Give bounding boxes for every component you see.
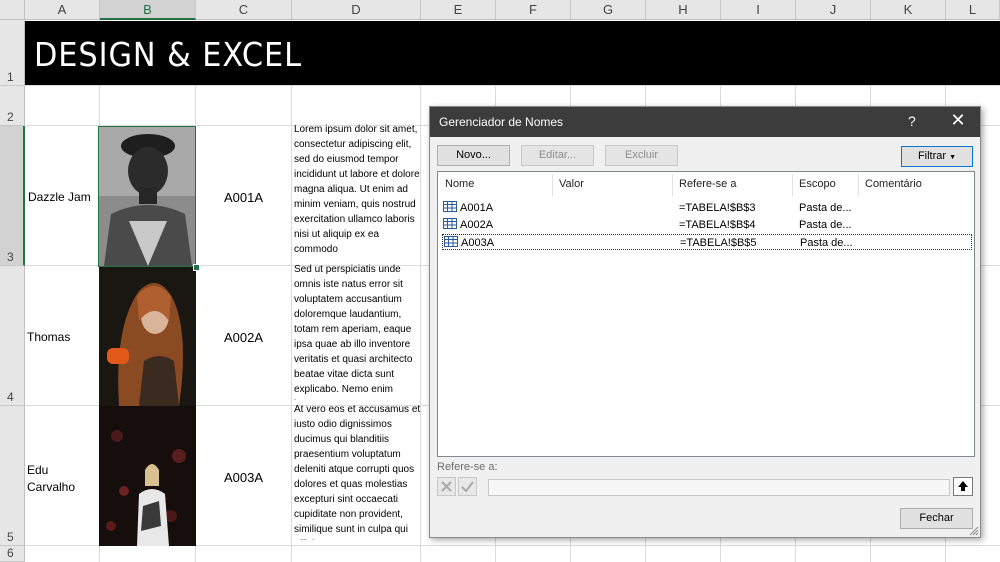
- dialog-titlebar[interactable]: Gerenciador de Nomes ? ✕: [430, 107, 980, 137]
- column-nome[interactable]: Nome: [445, 178, 474, 190]
- close-icon[interactable]: ✕: [946, 110, 970, 131]
- refers-to-input[interactable]: [488, 479, 950, 496]
- row-scope: Pasta de...: [799, 202, 852, 214]
- names-list[interactable]: Nome Valor Refere-se a Escopo Comentário…: [437, 171, 975, 457]
- range-name-icon: [443, 201, 457, 212]
- row-name: A003A: [461, 237, 495, 249]
- row-scope: Pasta de...: [800, 237, 853, 249]
- cell-d4-text[interactable]: Sed ut perspiciatis unde omnis iste natu…: [294, 262, 422, 400]
- cell-d5-text[interactable]: At vero eos et accusamus et iusto odio d…: [294, 402, 422, 540]
- collapse-arrow-icon: [958, 481, 968, 491]
- row-refers: =TABELA!$B$5: [680, 237, 757, 249]
- row-header-1[interactable]: 1: [0, 20, 25, 86]
- cell-c5-code[interactable]: A003A: [196, 470, 291, 485]
- row-scope: Pasta de...: [799, 219, 852, 231]
- column-header-g[interactable]: G: [571, 0, 646, 20]
- column-header-a[interactable]: A: [25, 0, 100, 20]
- row-name: A002A: [460, 219, 494, 231]
- photo-thomas[interactable]: [99, 266, 196, 406]
- fill-handle[interactable]: [193, 264, 200, 271]
- filter-button-label: Filtrar: [917, 150, 947, 162]
- column-header-b[interactable]: B: [100, 0, 196, 20]
- cell-a3-name[interactable]: Dazzle Jam: [28, 190, 91, 204]
- cancel-edit-button[interactable]: [437, 477, 456, 496]
- list-item[interactable]: A001A =TABELA!$B$3 Pasta de...: [442, 200, 972, 216]
- column-header-j[interactable]: J: [796, 0, 871, 20]
- gridline: [291, 20, 292, 562]
- row-header-3[interactable]: 3: [0, 126, 25, 266]
- cell-selection-border: [98, 126, 196, 267]
- row-header-6[interactable]: 6: [0, 546, 25, 562]
- edit-button[interactable]: Editar...: [521, 145, 594, 166]
- range-name-icon: [443, 218, 457, 229]
- portrait-image: [99, 266, 196, 406]
- cell-c3-code[interactable]: A001A: [196, 190, 291, 205]
- portrait-image: [99, 406, 196, 546]
- gridline: [25, 85, 1000, 86]
- column-header-l[interactable]: L: [946, 0, 1000, 20]
- range-name-icon: [444, 236, 458, 247]
- new-button[interactable]: Novo...: [437, 145, 510, 166]
- checkmark-icon: [461, 481, 474, 493]
- cell-c4-code[interactable]: A002A: [196, 330, 291, 345]
- row-name: A001A: [460, 202, 494, 214]
- delete-button[interactable]: Excluir: [605, 145, 678, 166]
- row-header-4[interactable]: 4: [0, 266, 25, 406]
- cell-a5-name[interactable]: Edu Carvalho: [27, 462, 97, 496]
- column-header-c[interactable]: C: [196, 0, 292, 20]
- resize-grip-icon[interactable]: [969, 526, 979, 536]
- select-all-corner[interactable]: [0, 0, 25, 20]
- column-header-i[interactable]: I: [721, 0, 796, 20]
- column-header-d[interactable]: D: [292, 0, 421, 20]
- column-escopo[interactable]: Escopo: [799, 178, 836, 190]
- row-header-2[interactable]: 2: [0, 86, 25, 126]
- column-header-e[interactable]: E: [421, 0, 496, 20]
- list-item[interactable]: A003A =TABELA!$B$5 Pasta de...: [442, 234, 972, 250]
- help-button[interactable]: ?: [908, 113, 916, 129]
- row-refers: =TABELA!$B$3: [679, 202, 756, 214]
- column-separator[interactable]: [858, 174, 859, 196]
- cell-a4-name[interactable]: Thomas: [27, 330, 70, 344]
- cancel-x-icon: [441, 481, 452, 492]
- column-refere-se-a[interactable]: Refere-se a: [679, 178, 736, 190]
- row-refers: =TABELA!$B$4: [679, 219, 756, 231]
- column-separator[interactable]: [672, 174, 673, 196]
- filter-button[interactable]: Filtrar ▼: [901, 146, 973, 167]
- column-separator[interactable]: [552, 174, 553, 196]
- list-item[interactable]: A002A =TABELA!$B$4 Pasta de...: [442, 217, 972, 233]
- column-header-k[interactable]: K: [871, 0, 946, 20]
- close-button[interactable]: Fechar: [900, 508, 973, 529]
- collapse-dialog-button[interactable]: [953, 477, 973, 496]
- column-header-f[interactable]: F: [496, 0, 571, 20]
- column-valor[interactable]: Valor: [559, 178, 584, 190]
- dialog-title: Gerenciador de Nomes: [439, 115, 564, 129]
- column-separator[interactable]: [792, 174, 793, 196]
- column-comentario[interactable]: Comentário: [865, 178, 922, 190]
- dropdown-arrow-icon: ▼: [949, 154, 957, 161]
- photo-edu-carvalho[interactable]: [99, 406, 196, 546]
- column-header-h[interactable]: H: [646, 0, 721, 20]
- cell-d3-text[interactable]: Lorem ipsum dolor sit amet, consectetur …: [294, 122, 422, 260]
- banner-title: DESIGN & EXCEL: [34, 35, 302, 74]
- refers-to-label: Refere-se a:: [437, 461, 498, 473]
- title-banner[interactable]: DESIGN & EXCEL: [25, 21, 1000, 85]
- name-manager-dialog: Gerenciador de Nomes ? ✕ Novo... Editar.…: [429, 106, 981, 538]
- confirm-edit-button[interactable]: [458, 477, 477, 496]
- row-header-5[interactable]: 5: [0, 406, 25, 546]
